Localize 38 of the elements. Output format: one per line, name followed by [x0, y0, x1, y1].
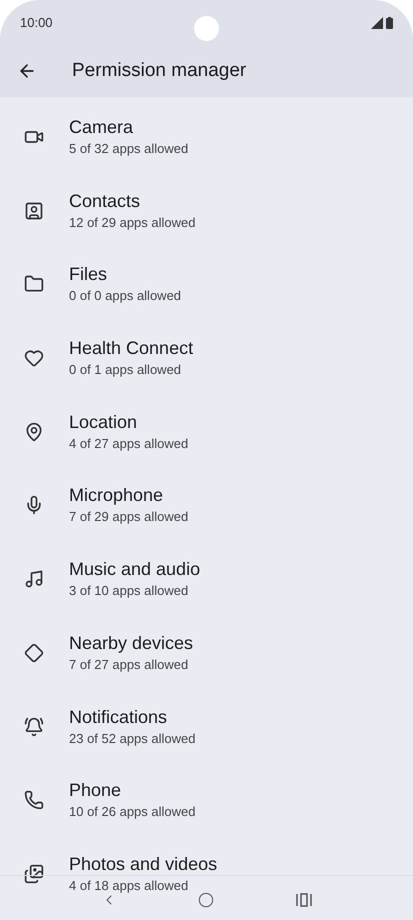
- folder-icon: [24, 274, 44, 294]
- music-note-icon: [24, 569, 44, 590]
- permission-summary: 23 of 52 apps allowed: [69, 730, 196, 746]
- permission-name: Photos and videos: [69, 852, 218, 876]
- permission-name: Notifications: [69, 706, 168, 728]
- status-time: 10:00: [20, 14, 53, 32]
- permission-name: Health Connect: [69, 337, 194, 360]
- permission-name: Microphone: [69, 484, 164, 508]
- location-pin-icon: [24, 422, 44, 442]
- signal-icon: [371, 16, 383, 28]
- photos-icon: [24, 864, 44, 884]
- camera-cutout: [194, 16, 219, 41]
- permission-name: Files: [69, 263, 108, 286]
- permission-summary: 4 of 18 apps allowed: [69, 878, 190, 893]
- heart-icon: [24, 348, 44, 368]
- home-button[interactable]: [198, 892, 214, 908]
- permission-summary: 0 of 1 apps allowed: [69, 362, 182, 378]
- permission-name: Nearby devices: [69, 632, 194, 655]
- permission-name: Location: [69, 410, 138, 434]
- page-title: Permission manager: [72, 58, 246, 83]
- bell-icon: [24, 716, 44, 736]
- recents-button[interactable]: [294, 892, 312, 908]
- diamond-icon: [24, 642, 44, 663]
- battery-icon: [386, 16, 393, 28]
- permission-name: Camera: [69, 116, 134, 139]
- contact-card-icon: [24, 200, 44, 221]
- permission-summary: 12 of 29 apps allowed: [69, 214, 196, 230]
- permission-name: Music and audio: [69, 558, 200, 582]
- permission-summary: 0 of 0 apps allowed: [69, 288, 182, 304]
- permission-summary: 5 of 32 apps allowed: [69, 141, 188, 156]
- permission-summary: 7 of 27 apps allowed: [69, 656, 190, 672]
- permission-summary: 7 of 29 apps allowed: [69, 509, 188, 524]
- permission-summary: 4 of 27 apps allowed: [69, 436, 188, 451]
- permission-summary: 3 of 10 apps allowed: [69, 583, 190, 598]
- permission-summary: 10 of 26 apps allowed: [69, 804, 196, 820]
- permission-name: Phone: [69, 779, 122, 802]
- permission-name: Contacts: [69, 190, 142, 213]
- phone-icon: [24, 790, 44, 810]
